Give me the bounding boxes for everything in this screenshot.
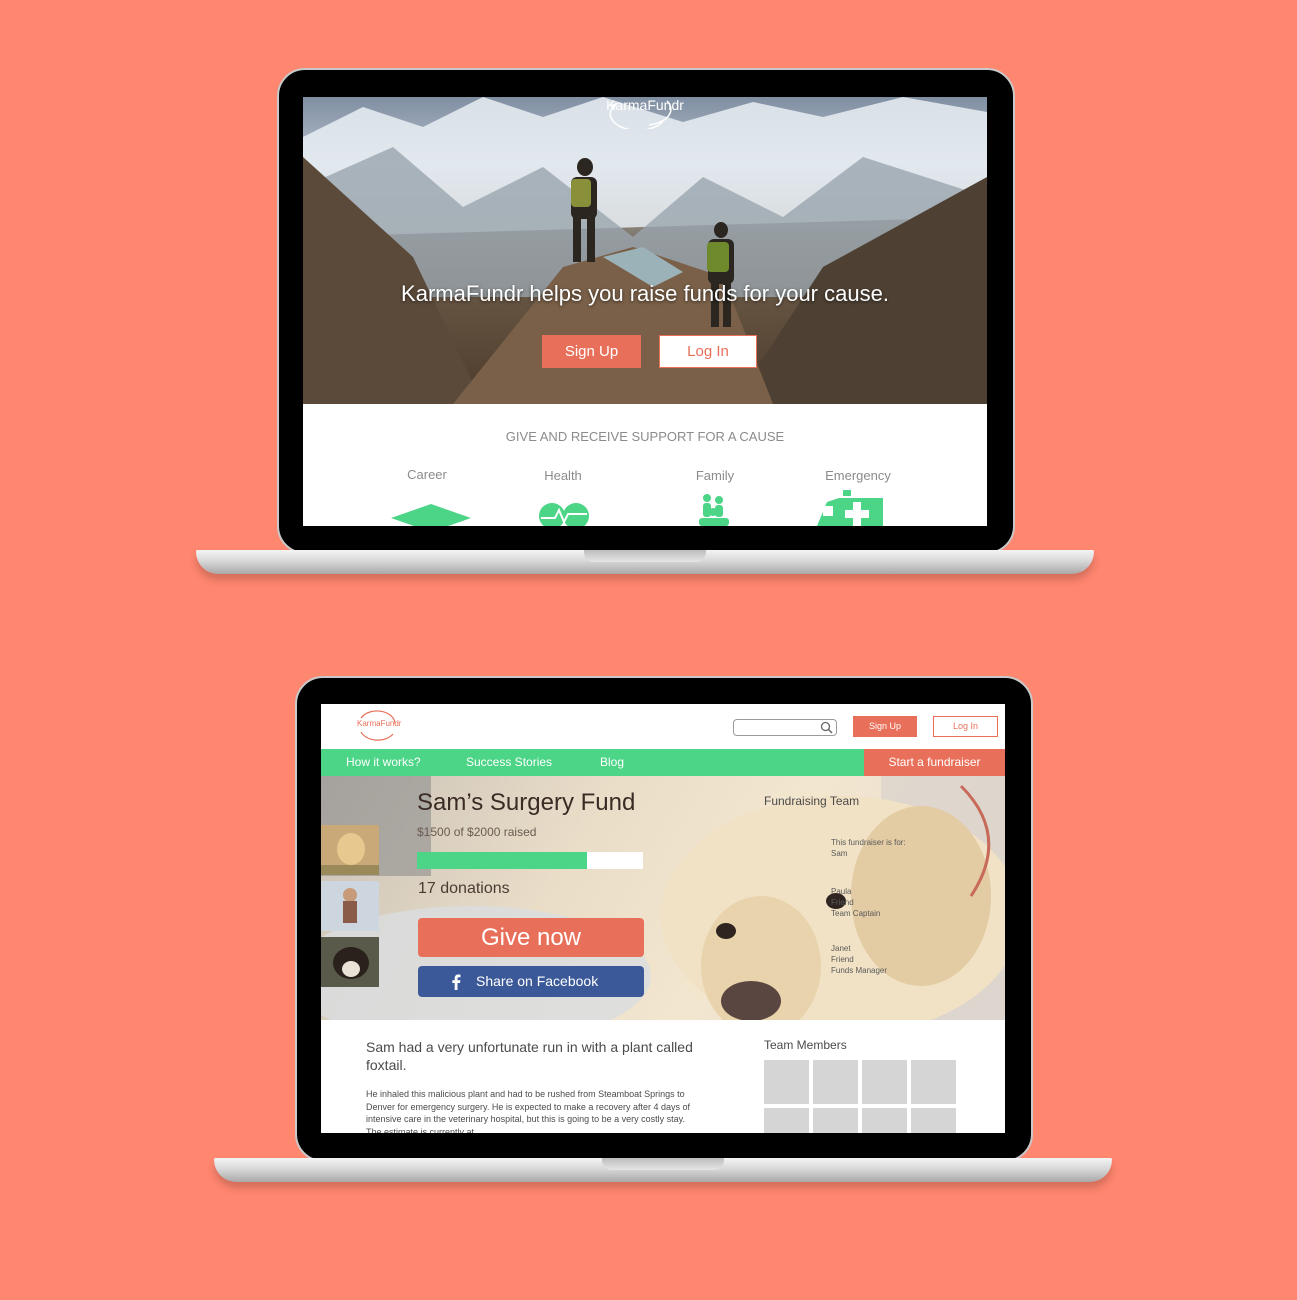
raised-amount: $1500 of $2000 raised	[417, 825, 537, 839]
logo-swirl-icon	[609, 100, 672, 129]
member-name: Sam	[831, 849, 848, 858]
story-lead: Sam had a very unfortunate run in with a…	[366, 1039, 693, 1073]
cause-label-family[interactable]: Family	[665, 468, 765, 483]
causes-section: GIVE AND RECEIVE SUPPORT FOR A CAUSE Car…	[303, 404, 987, 526]
ambulance-icon[interactable]	[817, 490, 887, 526]
team-member-tile[interactable]	[764, 1060, 809, 1104]
team-member-paula-info: Paula Friend Team Captain	[831, 886, 880, 919]
sign-up-button[interactable]: Sign Up	[853, 716, 917, 737]
start-fundraiser-button[interactable]: Start a fundraiser	[864, 749, 1005, 776]
team-members-title: Team Members	[764, 1038, 847, 1052]
sign-up-button[interactable]: Sign Up	[542, 335, 641, 368]
donation-count: 17 donations	[418, 880, 510, 897]
member-role: This fundraiser is for:	[831, 838, 906, 847]
cause-label-emergency[interactable]: Emergency	[808, 468, 908, 483]
nav-how-it-works[interactable]: How it works?	[346, 749, 421, 776]
share-label: Share on Facebook	[476, 973, 599, 989]
logo-text: KarmaFundr	[357, 719, 402, 728]
cause-label-health[interactable]: Health	[513, 468, 613, 483]
team-member-sam-info: This fundraiser is for: Sam	[831, 837, 906, 859]
log-in-button[interactable]: Log In	[659, 335, 757, 368]
team-photo-paula[interactable]	[321, 881, 379, 931]
member-relation: Friend	[831, 955, 854, 964]
team-member-janet-info: Janet Friend Funds Manager	[831, 943, 887, 976]
fund-description-section: Sam had a very unfortunate run in with a…	[321, 1020, 1005, 1133]
team-member-tile[interactable]	[862, 1108, 907, 1133]
progress-bar	[417, 852, 643, 869]
fund-page-screen: KarmaFundr Sign Up Log In How it works? …	[321, 704, 1005, 1133]
family-icon[interactable]	[695, 492, 735, 526]
top-bar: KarmaFundr Sign Up Log In	[321, 704, 1005, 749]
graduation-cap-icon[interactable]	[391, 502, 471, 526]
laptop-base	[214, 1158, 1112, 1182]
search-input[interactable]	[733, 719, 837, 736]
story-body: He inhaled this malicious plant and had …	[366, 1089, 690, 1133]
fund-hero-dog-photo: Sam’s Surgery Fund $1500 of $2000 raised…	[321, 776, 1005, 1020]
hero-mountain-photo: KarmaFundr KarmaFundr helps you raise fu…	[303, 97, 987, 404]
causes-title: GIVE AND RECEIVE SUPPORT FOR A CAUSE	[505, 429, 785, 444]
landing-screen: KarmaFundr KarmaFundr helps you raise fu…	[303, 97, 987, 526]
log-in-button[interactable]: Log In	[933, 716, 998, 737]
karmafundr-logo[interactable]: KarmaFundr	[355, 710, 402, 744]
progress-bar-fill	[417, 852, 587, 869]
give-now-button[interactable]: Give now	[418, 918, 644, 957]
team-member-tile[interactable]	[813, 1108, 858, 1133]
nav-blog[interactable]: Blog	[600, 749, 624, 776]
search-icon[interactable]	[820, 721, 833, 734]
team-member-tile[interactable]	[764, 1108, 809, 1133]
laptop-notch	[584, 550, 706, 562]
team-member-tile[interactable]	[911, 1108, 956, 1133]
team-photo-janet[interactable]	[321, 937, 379, 987]
team-member-tile[interactable]	[911, 1060, 956, 1104]
laptop-notch	[602, 1158, 724, 1170]
nav-success-stories[interactable]: Success Stories	[466, 749, 552, 776]
share-facebook-button[interactable]: Share on Facebook	[418, 966, 644, 997]
laptop-base	[196, 550, 1094, 574]
member-relation: Friend	[831, 898, 854, 907]
main-nav: How it works? Success Stories Blog Start…	[321, 749, 1005, 776]
member-name: Paula	[831, 887, 852, 896]
member-role: Funds Manager	[831, 966, 888, 975]
heart-icon[interactable]	[537, 502, 591, 526]
team-member-tile[interactable]	[813, 1060, 858, 1104]
hero-tagline: KarmaFundr helps you raise funds for you…	[401, 281, 889, 306]
fundraising-team-title: Fundraising Team	[764, 794, 860, 808]
karmafundr-logo[interactable]: KarmaFundr	[605, 97, 685, 129]
fund-title: Sam’s Surgery Fund	[417, 789, 636, 816]
team-member-tile[interactable]	[862, 1060, 907, 1104]
team-photo-sam[interactable]	[321, 825, 379, 875]
member-name: Janet	[831, 944, 851, 953]
facebook-icon	[452, 974, 461, 990]
member-role: Team Captain	[831, 909, 881, 918]
cause-label-career[interactable]: Career	[377, 467, 477, 482]
